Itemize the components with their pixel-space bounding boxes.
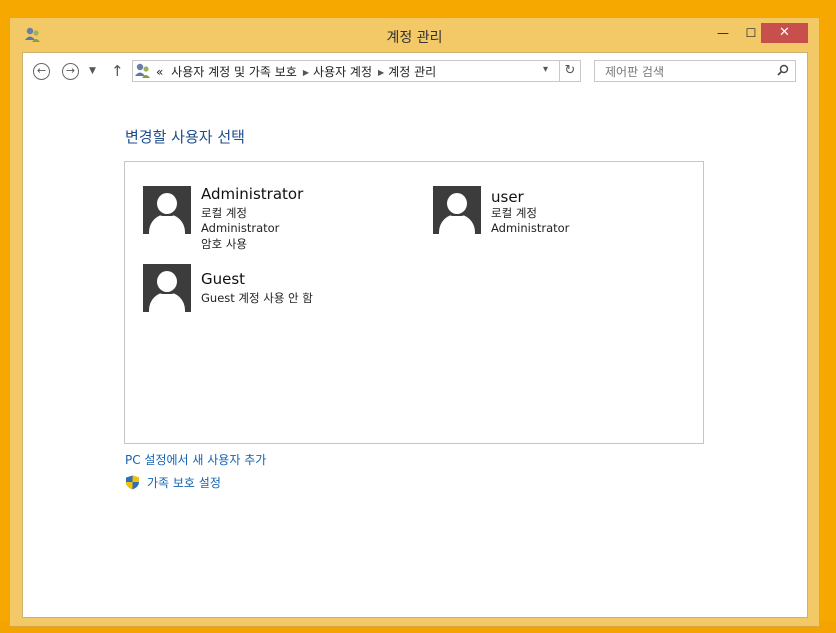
window-content: ← → ▼ ↑ « 사용자 계정 및 가족 보호 ▶ 사용자 계정 ▶ 계정 관리 ▾ … [22,52,808,618]
family-safety-link[interactable]: 가족 보호 설정 [147,474,221,491]
address-bar[interactable]: « 사용자 계정 및 가족 보호 ▶ 사용자 계정 ▶ 계정 관리 ▾ ↻ [132,60,581,82]
page-title: 변경할 사용자 선택 [125,128,245,146]
account-type: 로컬 계정 [491,206,537,220]
account-tile-guest[interactable]: Guest Guest 계정 사용 안 함 [143,264,403,314]
account-type: 로컬 계정 [201,206,247,220]
breadcrumb-item[interactable]: 사용자 계정 및 가족 보호 [171,65,297,79]
navigation-bar: ← → ▼ ↑ « 사용자 계정 및 가족 보호 ▶ 사용자 계정 ▶ 계정 관리 ▾ … [23,53,807,93]
forward-button[interactable]: → [62,63,79,80]
accounts-panel: Administrator 로컬 계정 Administrator 암호 사용 … [124,161,704,444]
recent-locations-icon[interactable]: ▼ [89,66,96,76]
account-management-window: 계정 관리 — ☐ ✕ ← → ▼ ↑ « 사용자 계정 및 가족 보호 ▶ 사용자… [9,17,820,627]
minimize-button[interactable]: — [710,23,736,43]
breadcrumb-overflow[interactable]: « [156,65,163,79]
user-avatar-icon [433,186,481,234]
breadcrumb: « 사용자 계정 및 가족 보호 ▶ 사용자 계정 ▶ 계정 관리 [156,63,440,80]
account-status: Guest 계정 사용 안 함 [201,291,313,305]
back-button[interactable]: ← [33,63,50,80]
title-bar[interactable]: 계정 관리 — ☐ ✕ [10,18,819,52]
search-input[interactable] [603,63,772,81]
close-button[interactable]: ✕ [761,23,808,43]
breadcrumb-separator-icon[interactable]: ▶ [378,68,384,77]
account-role: Administrator [201,221,280,235]
uac-shield-icon [126,475,139,490]
user-accounts-icon [135,63,150,78]
up-button[interactable]: ↑ [111,62,124,80]
search-box [594,60,796,82]
add-user-link[interactable]: PC 설정에서 새 사용자 추가 [125,451,266,468]
account-name: user [491,188,524,206]
window-title: 계정 관리 [386,30,443,46]
account-tile-administrator[interactable]: Administrator 로컬 계정 Administrator 암호 사용 [143,185,403,251]
refresh-button[interactable]: ↻ [559,61,580,81]
breadcrumb-separator-icon[interactable]: ▶ [303,68,309,77]
account-tile-user[interactable]: user 로컬 계정 Administrator [433,186,673,236]
breadcrumb-item[interactable]: 계정 관리 [388,65,436,79]
account-password-status: 암호 사용 [201,237,247,251]
account-name: Guest [201,270,246,288]
search-icon[interactable] [777,64,789,79]
address-dropdown-icon[interactable]: ▾ [543,64,548,75]
user-avatar-icon [143,186,191,234]
breadcrumb-item[interactable]: 사용자 계정 [313,65,372,79]
account-name: Administrator [201,185,304,203]
user-avatar-icon [143,264,191,312]
account-role: Administrator [491,221,570,235]
